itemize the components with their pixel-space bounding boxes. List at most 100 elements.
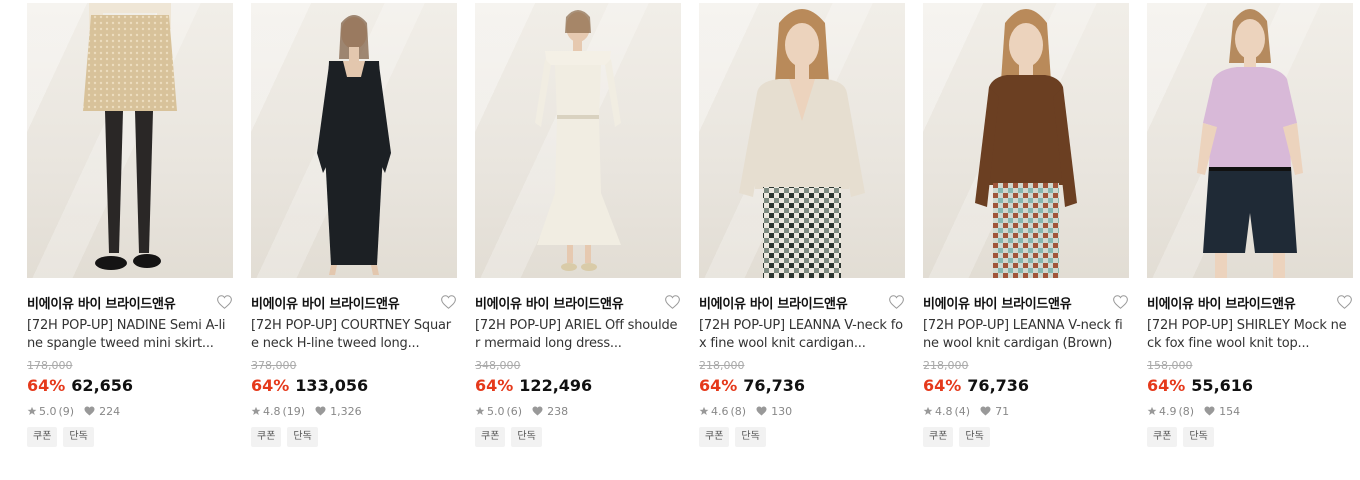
product-image[interactable] [923, 3, 1129, 278]
product-card[interactable]: 비에이유 바이 브라이드앤유 [72H POP-UP] COURTNEY Squ… [251, 3, 457, 447]
brand-name[interactable]: 비에이유 바이 브라이드앤유 [923, 293, 1072, 312]
product-image[interactable] [251, 3, 457, 278]
heart-filled-icon [315, 406, 326, 416]
exclusive-tag: 단독 [511, 427, 542, 447]
sale-price: 62,656 [71, 376, 134, 395]
wishlist-heart-icon[interactable] [215, 293, 233, 311]
wishlist-heart-icon[interactable] [439, 293, 457, 311]
price-row: 64% 55,616 [1147, 375, 1353, 397]
tag-list: 쿠폰 단독 [475, 427, 681, 447]
tag-list: 쿠폰 단독 [1147, 427, 1353, 447]
product-image[interactable] [27, 3, 233, 278]
product-title[interactable]: [72H POP-UP] LEANNA V-neck fox fine wool… [699, 317, 905, 353]
cardigan-photo-icon [739, 9, 865, 278]
exclusive-tag: 단독 [287, 427, 318, 447]
price-row: 64% 76,736 [699, 375, 905, 397]
product-title[interactable]: [72H POP-UP] SHIRLEY Mock neck fox fine … [1147, 317, 1353, 353]
price-row: 64% 122,496 [475, 375, 681, 397]
tag-list: 쿠폰 단독 [251, 427, 457, 447]
like-count: 224 [99, 404, 121, 418]
review-count: (4) [954, 404, 971, 418]
product-image[interactable] [475, 3, 681, 278]
like-count: 71 [995, 404, 1010, 418]
rating-value: 4.8 [263, 404, 281, 418]
coupon-tag: 쿠폰 [923, 427, 954, 447]
product-title[interactable]: [72H POP-UP] COURTNEY Square neck H-line… [251, 317, 457, 353]
discount-rate: 64% [1147, 376, 1186, 395]
original-price: 378,000 [251, 359, 297, 372]
skirt-photo-icon [83, 3, 177, 270]
brand-name[interactable]: 비에이유 바이 브라이드앤유 [1147, 293, 1296, 312]
star-icon [251, 406, 261, 416]
original-price: 218,000 [923, 359, 969, 372]
exclusive-tag: 단독 [959, 427, 990, 447]
discount-rate: 64% [27, 376, 66, 395]
review-meta: 4.9 (8) 154 [1147, 403, 1353, 419]
heart-filled-icon [1204, 406, 1215, 416]
cardigan-photo-icon [975, 9, 1077, 278]
original-price: 218,000 [699, 359, 745, 372]
review-meta: 5.0 (9) 224 [27, 403, 233, 419]
like-count: 130 [771, 404, 793, 418]
wishlist-heart-icon[interactable] [1111, 293, 1129, 311]
review-count: (6) [506, 404, 523, 418]
brand-name[interactable]: 비에이유 바이 브라이드앤유 [27, 293, 176, 312]
rating-value: 5.0 [39, 404, 57, 418]
price-row: 64% 133,056 [251, 375, 457, 397]
product-title[interactable]: [72H POP-UP] ARIEL Off shoulder mermaid … [475, 317, 681, 353]
star-icon [923, 406, 933, 416]
review-meta: 4.8 (4) 71 [923, 403, 1129, 419]
review-count: (9) [58, 404, 75, 418]
exclusive-tag: 단독 [63, 427, 94, 447]
heart-filled-icon [532, 406, 543, 416]
product-image[interactable] [699, 3, 905, 278]
wishlist-heart-icon[interactable] [887, 293, 905, 311]
product-card[interactable]: 비에이유 바이 브라이드앤유 [72H POP-UP] LEANNA V-nec… [923, 3, 1129, 447]
star-icon [1147, 406, 1157, 416]
coupon-tag: 쿠폰 [251, 427, 282, 447]
product-card[interactable]: 비에이유 바이 브라이드앤유 [72H POP-UP] NADINE Semi … [27, 3, 233, 447]
price-row: 64% 76,736 [923, 375, 1129, 397]
original-price: 348,000 [475, 359, 521, 372]
coupon-tag: 쿠폰 [699, 427, 730, 447]
exclusive-tag: 단독 [1183, 427, 1214, 447]
brand-name[interactable]: 비에이유 바이 브라이드앤유 [475, 293, 624, 312]
like-count: 154 [1219, 404, 1241, 418]
rating-value: 4.9 [1159, 404, 1177, 418]
original-price: 178,000 [27, 359, 73, 372]
coupon-tag: 쿠폰 [475, 427, 506, 447]
star-icon [27, 406, 37, 416]
product-card[interactable]: 비에이유 바이 브라이드앤유 [72H POP-UP] LEANNA V-nec… [699, 3, 905, 447]
review-count: (8) [730, 404, 747, 418]
like-count: 1,326 [330, 404, 362, 418]
dress-photo-icon [317, 15, 391, 275]
original-price: 158,000 [1147, 359, 1193, 372]
coupon-tag: 쿠폰 [27, 427, 58, 447]
review-count: (19) [282, 404, 306, 418]
like-count: 238 [547, 404, 569, 418]
brand-name[interactable]: 비에이유 바이 브라이드앤유 [699, 293, 848, 312]
dress-photo-icon [535, 10, 621, 271]
brand-name[interactable]: 비에이유 바이 브라이드앤유 [251, 293, 400, 312]
heart-filled-icon [84, 406, 95, 416]
coupon-tag: 쿠폰 [1147, 427, 1178, 447]
product-title[interactable]: [72H POP-UP] LEANNA V-neck fine wool kni… [923, 317, 1129, 353]
exclusive-tag: 단독 [735, 427, 766, 447]
heart-filled-icon [980, 406, 991, 416]
tag-list: 쿠폰 단독 [699, 427, 905, 447]
product-card[interactable]: 비에이유 바이 브라이드앤유 [72H POP-UP] SHIRLEY Mock… [1147, 3, 1353, 447]
review-meta: 4.8 (19) 1,326 [251, 403, 457, 419]
rating-value: 4.8 [935, 404, 953, 418]
price-row: 64% 62,656 [27, 375, 233, 397]
tag-list: 쿠폰 단독 [27, 427, 233, 447]
product-title[interactable]: [72H POP-UP] NADINE Semi A-line spangle … [27, 317, 233, 353]
product-card[interactable]: 비에이유 바이 브라이드앤유 [72H POP-UP] ARIEL Off sh… [475, 3, 681, 447]
star-icon [475, 406, 485, 416]
wishlist-heart-icon[interactable] [663, 293, 681, 311]
sale-price: 76,736 [743, 376, 806, 395]
product-image[interactable] [1147, 3, 1353, 278]
wishlist-heart-icon[interactable] [1335, 293, 1353, 311]
tag-list: 쿠폰 단독 [923, 427, 1129, 447]
discount-rate: 64% [475, 376, 514, 395]
review-count: (8) [1178, 404, 1195, 418]
